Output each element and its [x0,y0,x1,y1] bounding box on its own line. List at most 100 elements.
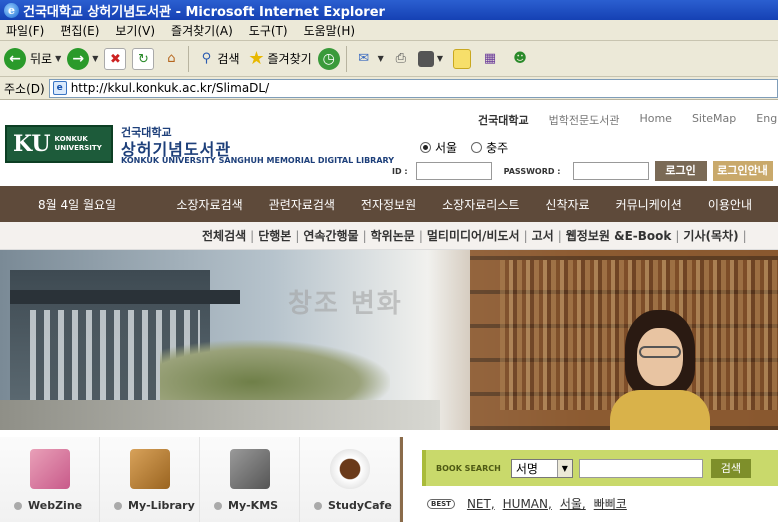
best-keyword-link[interactable]: HUMAN, [503,497,552,511]
menu-favorites[interactable]: 즐겨찾기(A) [171,22,233,39]
nav-items: 소장자료검색 관련자료검색 전자정보원 소장자료리스트 신착자료 커뮤니케이션 … [176,196,778,213]
campus-seoul-option[interactable]: 서울 [420,139,457,156]
quick-studycafe[interactable]: StudyCafe [300,437,400,522]
book-search-label: BOOK SEARCH [436,463,501,473]
nav-item-e-resources[interactable]: 전자정보원 [361,196,416,213]
nav-item-holdings-search[interactable]: 소장자료검색 [176,196,242,213]
search-label: 검색 [217,52,240,66]
sub-item-old-books[interactable]: 고서 [532,227,554,244]
book-search-button[interactable]: 검색 [710,458,751,478]
back-arrow-icon: ← [4,47,26,70]
nav-item-guide[interactable]: 이용안내 [708,196,752,213]
menu-view[interactable]: 보기(V) [115,22,155,39]
menu-bar: 파일(F) 편집(E) 보기(V) 즐겨찾기(A) 도구(T) 도움말(H) [0,20,778,41]
sub-item-web-ebook[interactable]: 웹정보원 &E-Book [566,227,672,244]
print-icon[interactable]: ⎙ [390,48,412,70]
messenger-icon[interactable]: ☻ [509,48,531,70]
sub-separator: | [742,228,747,243]
sub-item-serials[interactable]: 연속간행물 [303,227,358,244]
search-icon: ⚲ [201,50,212,66]
radio-selected-icon[interactable] [420,142,431,153]
window-titlebar: e 건국대학교 상허기념도서관 - Microsoft Internet Exp… [0,0,778,20]
quick-label: StudyCafe [314,499,392,512]
quick-label: WebZine [14,499,82,512]
radio-unselected-icon[interactable] [471,142,483,153]
nav-item-new-arrivals[interactable]: 신착자료 [545,196,589,213]
best-keyword-link[interactable]: 빠삐코 [594,495,627,512]
window-title: 건국대학교 상허기념도서관 - Microsoft Internet Explo… [23,4,385,20]
top-link-home[interactable]: Home [639,112,671,128]
bullet-icon [214,502,222,510]
campus-selector: 서울 충주 [420,139,522,156]
menu-edit[interactable]: 편집(E) [60,22,99,39]
login-guide-button[interactable]: 로그인안내 [712,161,773,181]
sub-item-articles[interactable]: 기사(목차) [683,227,738,244]
sub-separator: | [418,228,423,243]
nav-item-holdings-list[interactable]: 소장자료리스트 [442,196,519,213]
refresh-icon[interactable]: ↻ [132,47,155,70]
logo-sub1: KONKUK [54,135,88,143]
quick-webzine[interactable]: WebZine [0,437,100,522]
current-date: 8월 4일 월요일 [38,197,117,212]
sub-separator: | [295,228,300,243]
quick-my-library[interactable]: My-Library [100,437,200,522]
top-link-english[interactable]: Engl [756,112,778,128]
menu-file[interactable]: 파일(F) [6,22,44,39]
book-icon [130,449,170,489]
sub-nav: 전체검색 | 단행본 | 연속간행물 | 학위논문 | 멀티미디어/비도서 | 고서 | 웹… [0,222,778,250]
best-keyword-link[interactable]: NET, [467,497,495,511]
menu-help[interactable]: 도움말(H) [304,22,356,39]
back-label: 뒤로 [30,52,53,66]
book-search-input[interactable] [578,458,703,478]
site-header: KU KONKUK UNIVERSITY 건국대학교 상허기념도서관 KONKU… [0,101,778,186]
address-input[interactable]: e http://kkul.konkuk.ac.kr/SlimaDL/ [48,78,778,98]
chevron-down-icon[interactable]: ▼ [55,54,61,63]
forward-button[interactable]: → ▼ [67,47,98,70]
sub-separator: | [250,228,255,243]
favorites-button[interactable]: ★ 즐겨찾기 [246,48,311,70]
chevron-down-icon[interactable]: ▼ [437,54,443,63]
logo-sub2: UNIVERSITY [54,144,102,152]
university-logo[interactable]: KU KONKUK UNIVERSITY [5,125,113,163]
nav-item-community[interactable]: 커뮤니케이션 [616,196,682,213]
discuss-icon[interactable] [452,48,471,69]
ground-image [0,400,440,430]
mail-icon[interactable]: ✉ [353,48,375,70]
top-link-law-library[interactable]: 법학전문도서관 [549,112,620,128]
search-field-value: 서명 [515,461,538,476]
stop-icon[interactable]: ✖ [104,47,127,70]
back-button[interactable]: ← 뒤로 ▼ [4,47,61,70]
chevron-down-icon[interactable]: ▼ [556,459,572,477]
sub-item-all[interactable]: 전체검색 [202,227,246,244]
best-keyword-link[interactable]: 서울, [560,495,586,512]
edit-icon[interactable] [417,50,434,67]
person-glasses [639,346,681,358]
sub-item-theses[interactable]: 학위논문 [371,227,415,244]
nav-item-related-search[interactable]: 관련자료검색 [269,196,335,213]
campus-chungju-option[interactable]: 충주 [471,139,508,156]
top-link-sitemap[interactable]: SiteMap [692,112,736,128]
password-input[interactable] [572,162,649,180]
login-button[interactable]: 로그인 [654,161,707,181]
main-nav: 8월 4일 월요일 소장자료검색 관련자료검색 전자정보원 소장자료리스트 신착… [0,186,778,222]
webzine-label: WebZine [28,499,83,512]
building-roof [10,290,240,304]
quick-label: My-Library [114,499,195,512]
menu-tools[interactable]: 도구(T) [249,22,288,39]
search-button[interactable]: ⚲ 검색 [195,48,240,70]
briefcase-icon [230,449,270,489]
quick-my-kms[interactable]: My-KMS [200,437,300,522]
chevron-down-icon[interactable]: ▼ [378,54,384,63]
top-link-konkuk[interactable]: 건국대학교 [478,112,529,128]
history-icon[interactable]: ◷ [317,47,340,70]
address-label: 주소(D) [4,81,45,96]
sub-item-multimedia[interactable]: 멀티미디어/비도서 [427,227,520,244]
chevron-down-icon[interactable]: ▼ [92,54,98,63]
search-field-select[interactable]: 서명 ▼ [510,458,573,478]
forward-arrow-icon: → [67,47,90,70]
password-label: PASSWORD : [503,166,561,176]
home-icon[interactable]: ⌂ [160,48,182,70]
id-input[interactable] [415,162,492,180]
sub-item-books[interactable]: 단행본 [258,227,291,244]
research-icon[interactable]: ▦ [479,48,501,70]
